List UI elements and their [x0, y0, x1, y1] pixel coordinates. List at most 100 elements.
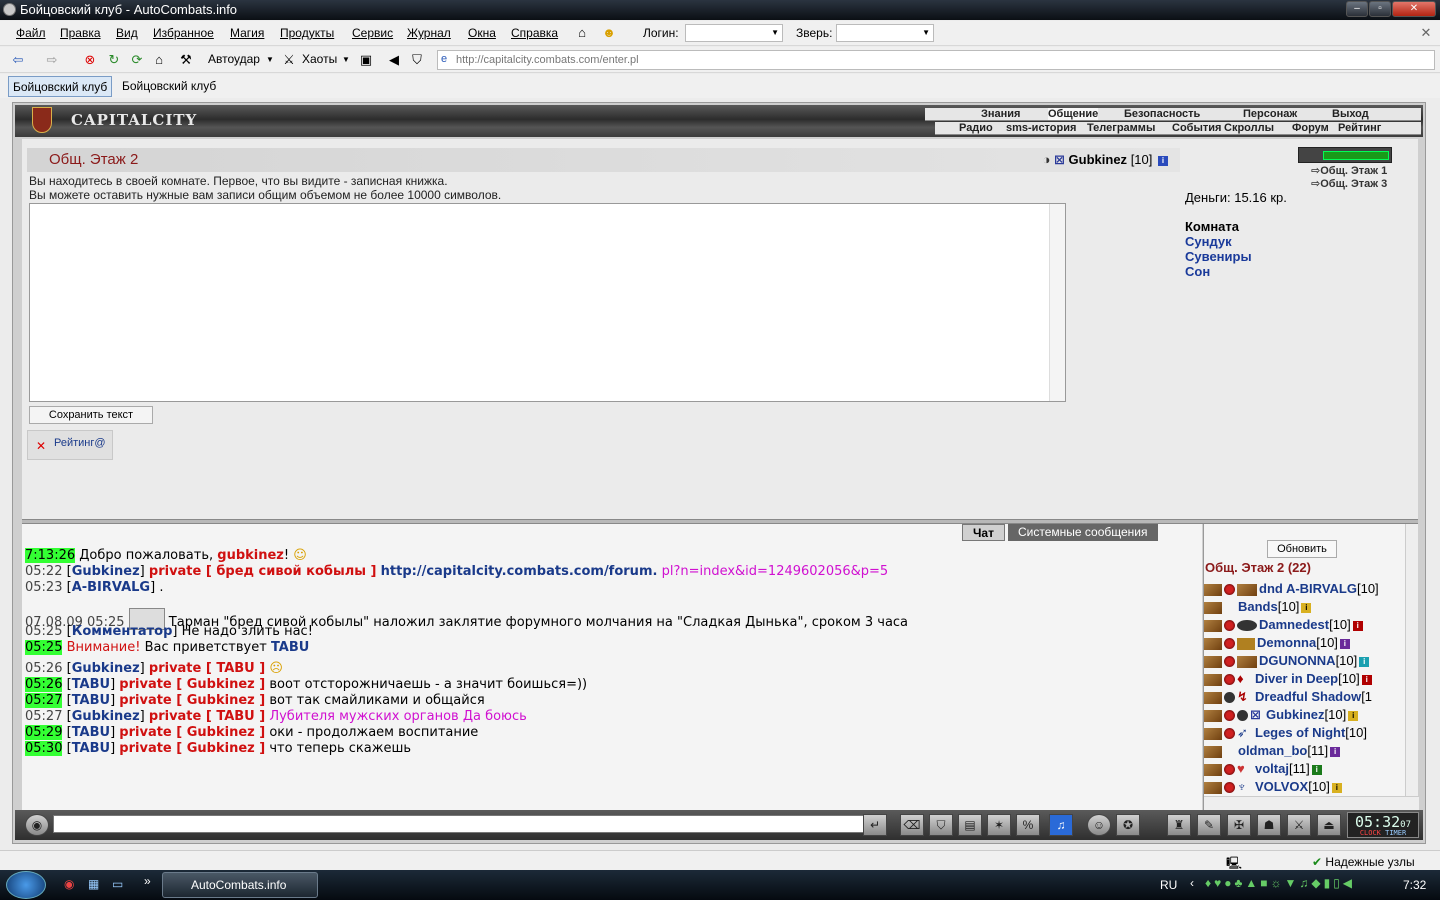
menu-service[interactable]: Сервис	[352, 26, 393, 40]
shield-icon[interactable]: ✠	[1227, 814, 1251, 836]
user-row[interactable]: dnd A-BIRVALG[10]	[1204, 580, 1379, 598]
chat-input[interactable]	[53, 815, 875, 833]
chevron-down-icon[interactable]: ▼	[338, 52, 354, 68]
user-row[interactable]: oldman_bo[11] i	[1204, 742, 1341, 760]
language-indicator[interactable]: RU	[1160, 878, 1177, 892]
filter-icon[interactable]: ⛉	[929, 814, 953, 836]
nav-znaniya[interactable]: Знания	[981, 108, 1020, 120]
clan-icon[interactable]: ✪	[1116, 814, 1140, 836]
home-icon[interactable]: ⌂	[151, 52, 167, 68]
refresh-button[interactable]: Обновить	[1267, 540, 1337, 558]
link-chest[interactable]: Сундук	[1185, 234, 1287, 249]
autoudar-button[interactable]: Автоудар	[208, 52, 260, 66]
user-row[interactable]: ↯ Dreadful Shadow[1	[1204, 688, 1372, 706]
smiley-icon[interactable]: ☻	[601, 25, 617, 41]
menu-file[interactable]: Файл	[16, 26, 46, 40]
nav-rating[interactable]: Рейтинг	[1338, 122, 1381, 134]
nav-bezopasnost[interactable]: Безопасность	[1124, 108, 1200, 120]
nav-obshchenie[interactable]: Общение	[1048, 108, 1099, 120]
eraser-icon[interactable]: ⌫	[900, 814, 924, 836]
user-list-hscrollbar[interactable]	[1204, 796, 1419, 810]
opera-icon[interactable]: ◉	[64, 877, 74, 891]
people-icon[interactable]: ☗	[1257, 814, 1281, 836]
user-row[interactable]: ♥ voltaj[11] i	[1204, 760, 1322, 778]
user-row[interactable]: Damnedest[10] i	[1204, 616, 1363, 634]
taskbar-app[interactable]: AutoCombats.info	[162, 872, 318, 898]
minimize-button[interactable]: ‒	[1346, 1, 1368, 17]
home-icon[interactable]: ⌂	[574, 25, 590, 41]
user-row[interactable]: Bands[10] i	[1204, 598, 1312, 616]
user-row[interactable]: ♦ Diver in Deep[10] i	[1204, 670, 1372, 688]
user-row[interactable]: ♆ VOLVOX[10] i	[1204, 778, 1342, 796]
save-log-icon[interactable]: ▤	[958, 814, 982, 836]
user-row[interactable]: DGUNONNA[10] i	[1204, 652, 1370, 670]
tab-chat[interactable]: Чат	[962, 524, 1005, 541]
speaker-icon[interactable]: ◉	[25, 814, 49, 836]
send-icon[interactable]: ↵	[863, 814, 887, 836]
pet-select[interactable]: ▼	[836, 24, 934, 42]
chevron-down-icon[interactable]: ▼	[262, 52, 278, 68]
stop-icon[interactable]: ⊗	[82, 52, 98, 68]
tab-fight-club-1[interactable]: Бойцовский клуб	[8, 76, 113, 97]
save-text-button[interactable]: Сохранить текст	[29, 406, 153, 424]
menu-products[interactable]: Продукты	[280, 26, 334, 40]
menu-journal[interactable]: Журнал	[407, 26, 451, 40]
percent-icon[interactable]: %	[1016, 814, 1040, 836]
back-icon[interactable]: ⇦	[10, 52, 26, 68]
close-icon[interactable]: ✕	[1418, 25, 1434, 41]
user-row[interactable]: Demonna[10] i	[1204, 634, 1350, 652]
nav-scrolls[interactable]: Скроллы	[1224, 122, 1274, 134]
refresh-all-icon[interactable]: ⟳	[129, 52, 145, 68]
haoty-button[interactable]: Хаоты	[302, 52, 337, 66]
nav-vyhod[interactable]: Выход	[1332, 108, 1369, 120]
filter-icon[interactable]: ⛉	[409, 52, 425, 68]
tray-icons[interactable]: ♦♥●♣▲■☼▼♫◆▮▯◀	[1205, 876, 1355, 890]
nav-sms[interactable]: sms-история	[1006, 122, 1076, 134]
menu-view[interactable]: Вид	[116, 26, 138, 40]
exit-icon[interactable]: ⏏	[1317, 814, 1341, 836]
current-user[interactable]: ◑ ⊠ Gubkinez [10] i	[1043, 152, 1168, 168]
desktop-icon[interactable]: ▭	[112, 877, 123, 891]
nav-events[interactable]: События	[1172, 122, 1221, 134]
tab-fight-club-2[interactable]: Бойцовский клуб	[118, 76, 220, 97]
nav-radio[interactable]: Радио	[959, 122, 993, 134]
notepad-scrollbar[interactable]	[1049, 204, 1065, 401]
address-bar[interactable]: e http://capitalcity.combats.com/enter.p…	[437, 50, 1435, 70]
nav-personazh[interactable]: Персонаж	[1243, 108, 1297, 120]
tab-system-messages[interactable]: Системные сообщения	[1008, 524, 1158, 541]
menu-magic[interactable]: Магия	[230, 26, 264, 40]
sound-icon[interactable]: ◀	[386, 52, 402, 68]
menu-edit[interactable]: Правка	[60, 26, 101, 40]
chevron-icon[interactable]: »	[144, 874, 151, 888]
menu-favorites[interactable]: Избранное	[153, 26, 214, 40]
nav-telegrams[interactable]: Телеграммы	[1087, 122, 1155, 134]
tray-arrow-icon[interactable]: ‹	[1190, 876, 1194, 890]
login-select[interactable]: ▼	[685, 24, 783, 42]
floor-3-link[interactable]: ⇨Общ. Этаж 3	[1311, 177, 1387, 190]
start-button[interactable]	[6, 871, 46, 899]
menu-help[interactable]: Справка	[511, 26, 558, 40]
walk-icon[interactable]: ✶	[987, 814, 1011, 836]
explorer-icon[interactable]: ▦	[88, 877, 99, 891]
nav-forum[interactable]: Форум	[1292, 122, 1329, 134]
scroll-icon[interactable]: ✎	[1197, 814, 1221, 836]
user-list-scrollbar[interactable]	[1405, 524, 1418, 796]
music-icon[interactable]: ♫	[1049, 814, 1073, 836]
close-button[interactable]: ✕	[1392, 1, 1436, 17]
floor-1-link[interactable]: ⇨Общ. Этаж 1	[1311, 164, 1387, 177]
map-icon[interactable]: ▣	[358, 52, 374, 68]
user-row[interactable]: ⊠ Gubkinez[10] i	[1204, 706, 1359, 724]
refresh-icon[interactable]: ↻	[106, 52, 122, 68]
link-souvenirs[interactable]: Сувениры	[1185, 249, 1287, 264]
tools-icon[interactable]: ⚒	[178, 52, 194, 68]
maximize-button[interactable]: ▫	[1369, 1, 1391, 17]
user-row[interactable]: ➶ Leges of Night[10]	[1204, 724, 1367, 742]
forum-link[interactable]: http://capitalcity.combats.com/forum.	[381, 564, 658, 579]
forward-icon[interactable]: ⇨	[44, 52, 60, 68]
rating-widget[interactable]: ✕ Рейтинг@	[27, 430, 113, 460]
info-icon[interactable]: i	[1158, 155, 1168, 166]
link-sleep[interactable]: Сон	[1185, 264, 1287, 279]
battle-icon[interactable]: ⚔	[1287, 814, 1311, 836]
menu-windows[interactable]: Окна	[468, 26, 496, 40]
notepad-textarea[interactable]	[29, 203, 1066, 402]
